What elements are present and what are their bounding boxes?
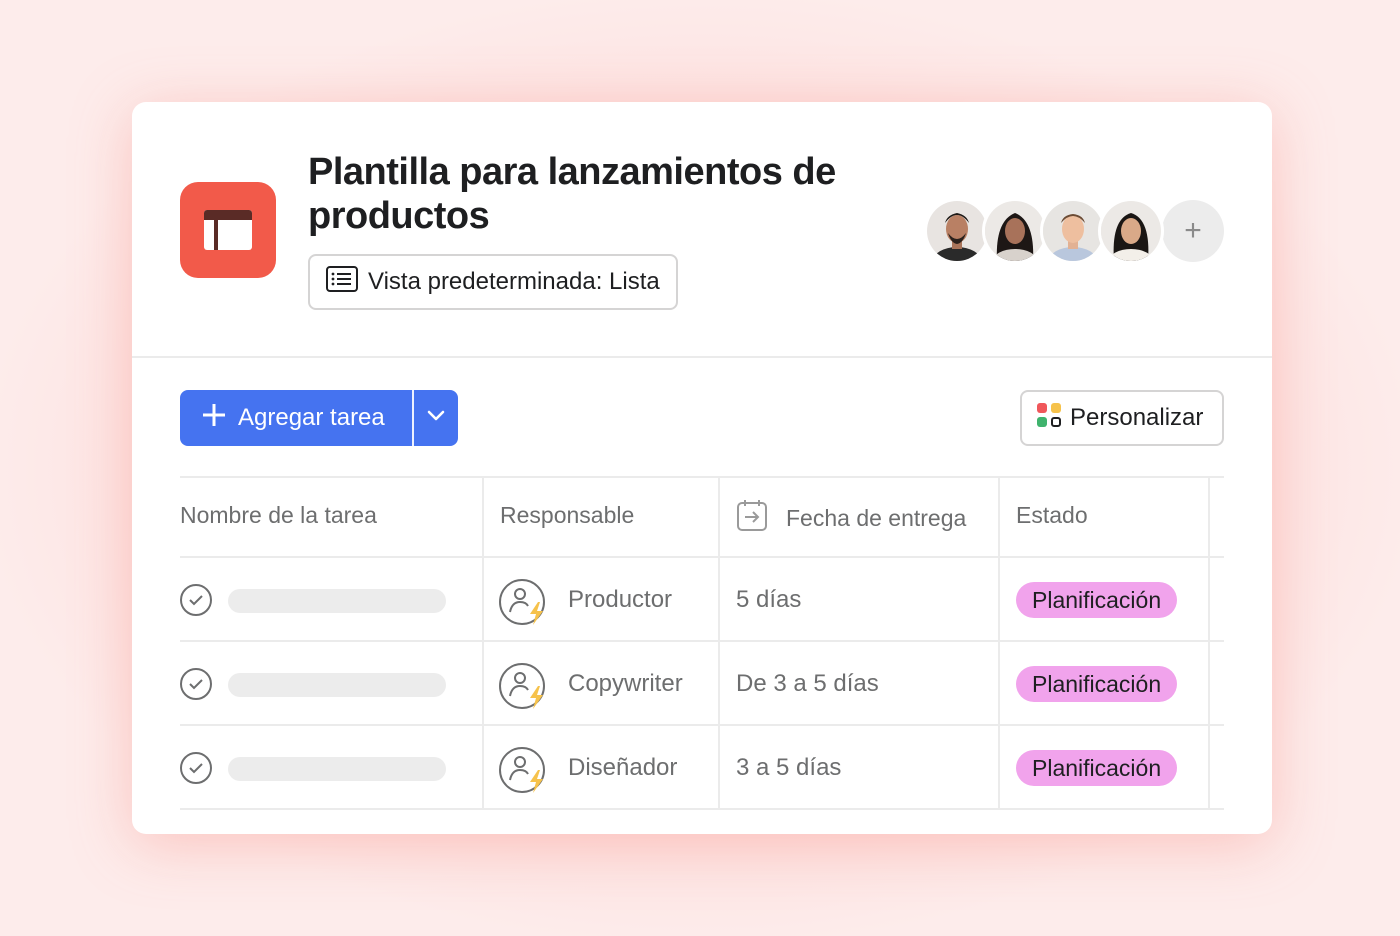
role-automation-icon <box>498 576 550 628</box>
table-row[interactable]: Copywriter De 3 a 5 días Planificación <box>180 642 1224 726</box>
assignee-role: Diseñador <box>568 754 678 781</box>
default-view-label: Vista predeterminada: Lista <box>368 268 660 295</box>
column-header-task-name[interactable]: Nombre de la tarea <box>180 502 377 529</box>
task-name-placeholder <box>228 673 446 697</box>
add-task-button[interactable]: Agregar tarea <box>180 390 412 446</box>
status-badge[interactable]: Planificación <box>1016 666 1178 702</box>
default-view-button[interactable]: Vista predeterminada: Lista <box>308 254 678 310</box>
column-header-status[interactable]: Estado <box>1016 502 1088 529</box>
role-automation-icon <box>498 660 550 712</box>
column-header-due-date[interactable]: Fecha de entrega <box>736 498 966 538</box>
assignee-role: Productor <box>568 586 673 613</box>
template-card: Plantilla para lanzamientos de productos… <box>132 102 1272 834</box>
customize-button[interactable]: Personalizar <box>1020 390 1224 446</box>
avatar[interactable] <box>1040 198 1106 264</box>
plus-icon: + <box>1184 214 1202 247</box>
avatar[interactable] <box>924 198 990 264</box>
due-date: 3 a 5 días <box>736 754 842 781</box>
status-badge[interactable]: Planificación <box>1016 582 1178 618</box>
page-title: Plantilla para lanzamientos de productos <box>308 151 836 237</box>
add-task-split-button: Agregar tarea <box>180 390 458 446</box>
column-header-label: Fecha de entrega <box>786 504 967 531</box>
calendar-arrow-icon <box>736 498 768 538</box>
member-avatars: + <box>924 198 1224 264</box>
due-date: De 3 a 5 días <box>736 670 879 697</box>
check-circle-icon[interactable] <box>180 584 212 616</box>
add-task-label: Agregar tarea <box>238 404 385 431</box>
task-name-placeholder <box>228 757 446 781</box>
customize-label: Personalizar <box>1070 404 1204 431</box>
avatar[interactable] <box>1098 198 1164 264</box>
check-circle-icon[interactable] <box>180 668 212 700</box>
add-member-button[interactable]: + <box>1162 200 1224 262</box>
chevron-down-icon <box>427 409 445 427</box>
assignee-role: Copywriter <box>568 670 683 697</box>
column-header-label: Responsable <box>500 502 635 528</box>
card-header: Plantilla para lanzamientos de productos… <box>132 102 1272 358</box>
column-header-label: Nombre de la tarea <box>180 502 377 528</box>
button-separator <box>412 390 414 446</box>
column-header-assignee[interactable]: Responsable <box>500 502 634 529</box>
check-circle-icon[interactable] <box>180 752 212 784</box>
template-window-icon <box>180 182 276 278</box>
table-row[interactable]: Productor 5 días Planificación <box>180 558 1224 642</box>
status-badge[interactable]: Planificación <box>1016 750 1178 786</box>
avatar[interactable] <box>982 198 1048 264</box>
table-row[interactable]: Diseñador 3 a 5 días Planificación <box>180 726 1224 810</box>
role-automation-icon <box>498 744 550 796</box>
list-view-icon <box>326 265 358 299</box>
header-divider <box>132 356 1272 358</box>
column-header-label: Estado <box>1016 502 1088 528</box>
apps-grid-icon <box>1036 402 1062 435</box>
add-task-dropdown[interactable] <box>414 390 458 446</box>
table-border <box>180 476 1224 478</box>
plus-icon <box>202 403 226 434</box>
task-name-placeholder <box>228 589 446 613</box>
due-date: 5 días <box>736 586 802 613</box>
